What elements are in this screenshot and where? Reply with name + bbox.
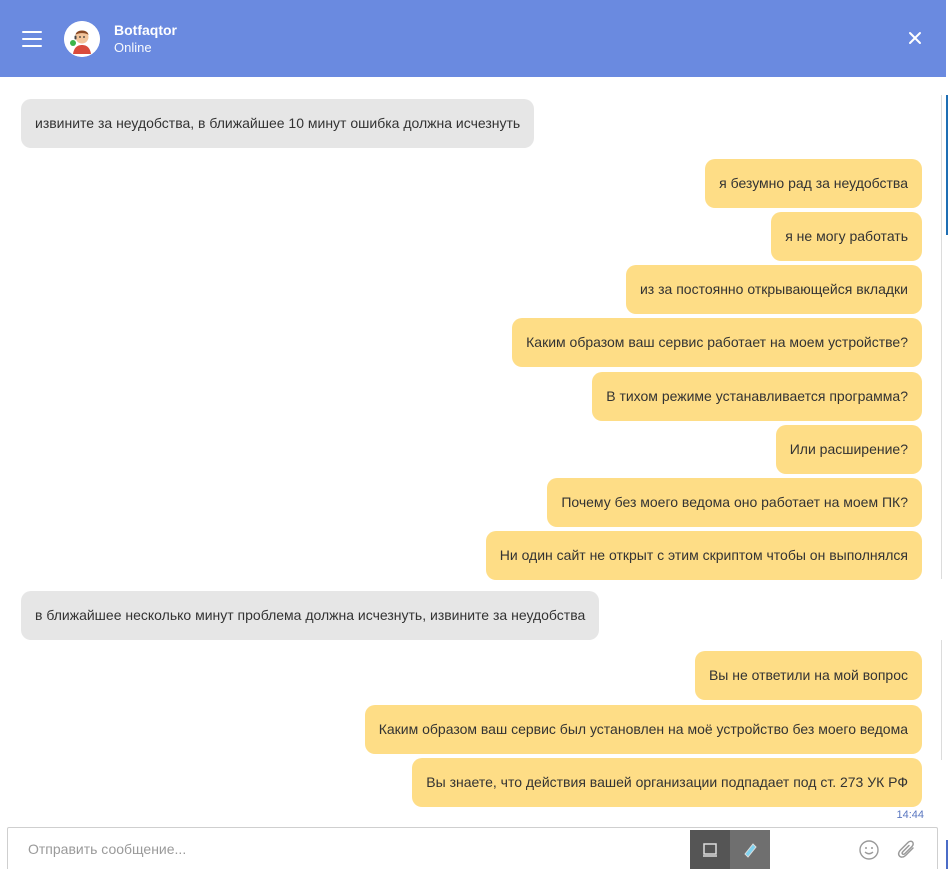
bot-avatar-icon bbox=[64, 20, 100, 57]
user-message: Вы знаете, что действия вашей организаци… bbox=[412, 758, 922, 807]
message-timestamp: 14:44 bbox=[896, 809, 924, 821]
bot-info: Botfaqtor Online bbox=[114, 21, 177, 57]
bot-name: Botfaqtor bbox=[114, 21, 177, 38]
smiley-icon[interactable] bbox=[858, 839, 880, 861]
user-message: В тихом режиме устанавливается программа… bbox=[592, 372, 922, 421]
user-message: Каким образом ваш сервис работает на мое… bbox=[512, 318, 922, 367]
user-message: я не могу работать bbox=[771, 212, 922, 261]
bot-message: в ближайшее несколько минут проблема дол… bbox=[21, 591, 600, 640]
user-message: я безумно рад за неудобства bbox=[705, 159, 922, 208]
user-message: из за постоянно открывающейся вкладки bbox=[625, 265, 922, 314]
user-message: Или расширение? bbox=[775, 425, 922, 474]
hamburger-icon[interactable] bbox=[22, 30, 42, 47]
close-icon[interactable] bbox=[906, 29, 924, 47]
user-message: Вы не ответили на мой вопрос bbox=[694, 651, 922, 700]
message-list[interactable]: извините за неудобства, в ближайшее 10 м… bbox=[0, 77, 946, 825]
bot-status: Online bbox=[114, 39, 152, 55]
bot-avatar bbox=[64, 20, 100, 57]
user-message: Почему без моего ведома оно работает на … bbox=[547, 478, 922, 527]
user-message: Каким образом ваш сервис был установлен … bbox=[364, 705, 922, 754]
overlay-tool-icon[interactable] bbox=[730, 830, 770, 869]
message-composer bbox=[7, 827, 938, 869]
bot-message: извините за неудобства, в ближайшее 10 м… bbox=[21, 99, 535, 148]
overlay-tool-icon[interactable] bbox=[690, 830, 730, 869]
message-input[interactable] bbox=[28, 828, 668, 869]
chat-header: Botfaqtor Online bbox=[0, 0, 946, 77]
paperclip-icon[interactable] bbox=[895, 838, 919, 862]
user-message: Ни один сайт не открыт с этим скриптом ч… bbox=[485, 531, 922, 580]
